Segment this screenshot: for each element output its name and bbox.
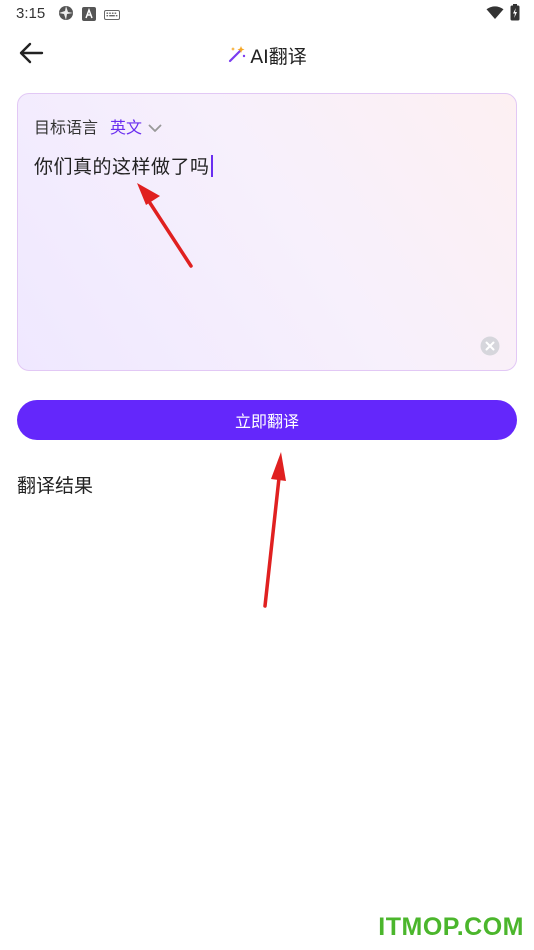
target-language-value: 英文 [110,118,143,137]
status-icons-left [58,5,120,25]
battery-icon [510,4,520,25]
title-bar: AI翻译 [0,42,534,69]
status-time: 3:15 [16,5,46,22]
status-bar: 3:15 [0,0,534,28]
target-language-select[interactable]: 英文 [110,114,162,138]
text-caret [210,154,213,177]
annotation-arrow-lower [263,452,286,608]
translate-now-button[interactable]: 立即翻译 [17,400,517,440]
clear-icon [480,336,500,356]
chevron-down-icon [148,118,162,137]
input-card: 目标语言 英文 你们真的这样做了吗 [17,93,517,371]
aperture-icon [58,5,74,25]
status-icons-right [486,4,520,25]
page-title: AI翻译 [250,46,307,68]
clear-button[interactable] [480,336,500,356]
watermark: ITMOP.COM [378,913,524,941]
keyboard-icon [104,6,120,25]
source-text: 你们真的这样做了吗 [34,156,210,178]
target-language-row: 目标语言 英文 [34,114,162,138]
result-title: 翻译结果 [17,475,94,497]
wifi-icon [486,5,504,24]
a-badge-icon [82,6,96,25]
target-language-label: 目标语言 [34,118,99,137]
source-text-input[interactable]: 你们真的这样做了吗 [34,152,213,179]
magic-wand-icon [227,44,247,68]
